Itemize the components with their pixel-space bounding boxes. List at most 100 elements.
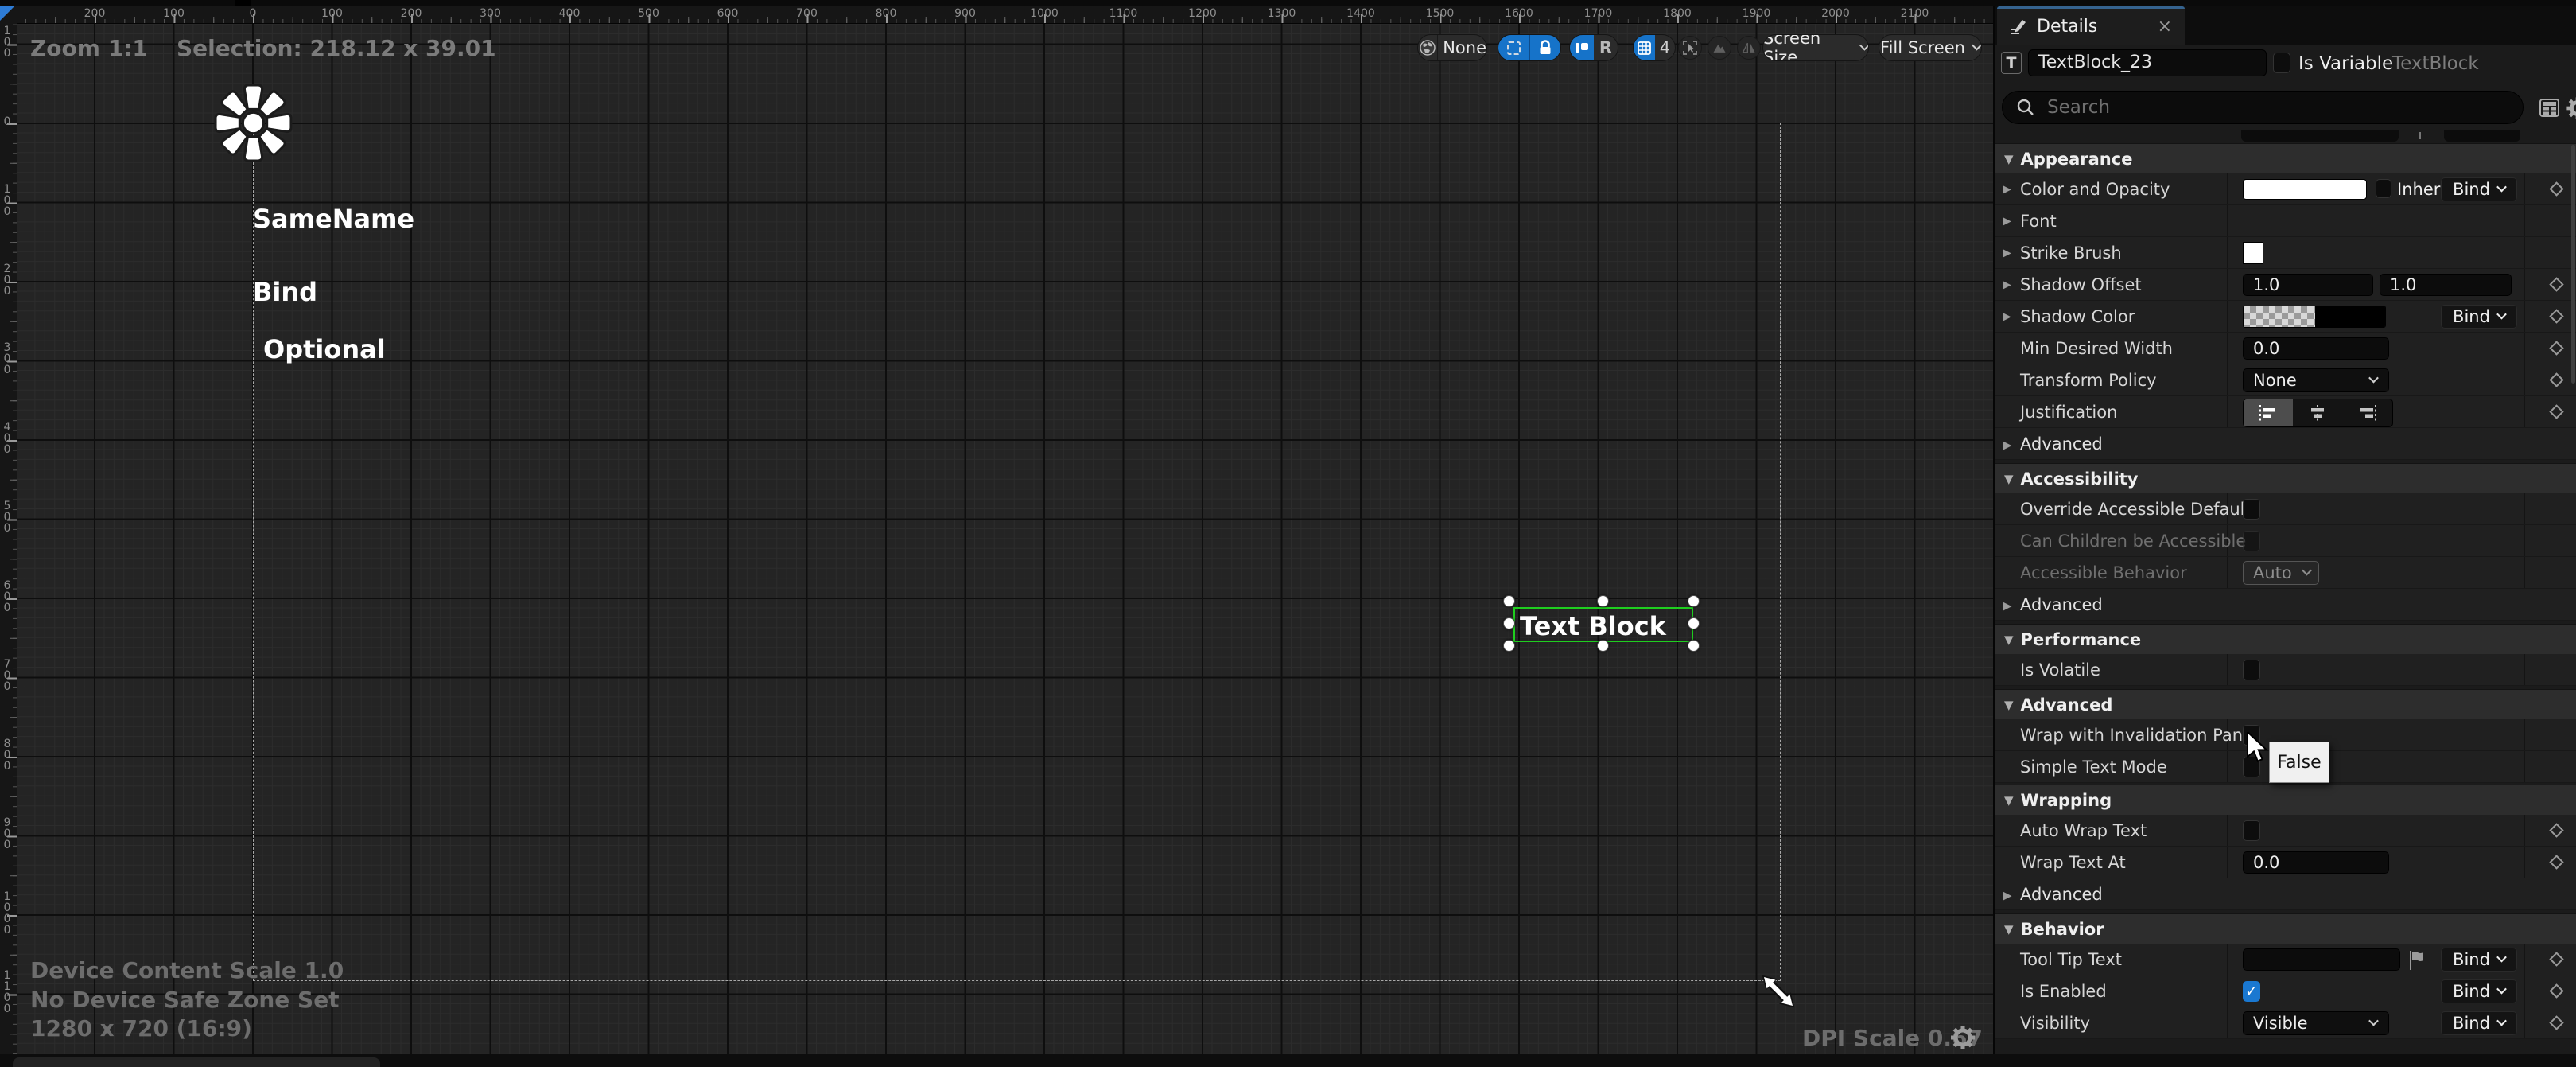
flip-preview-button[interactable]: [1737, 36, 1761, 60]
shadow-offset-y-input[interactable]: 1.0: [2380, 274, 2512, 296]
expander-icon[interactable]: ▶: [2003, 215, 2011, 228]
resize-handle-se[interactable]: [1688, 640, 1700, 652]
resize-handle-nw[interactable]: [1503, 595, 1515, 607]
section-header-performance[interactable]: ▼ Performance: [1995, 624, 2576, 654]
resize-handle-e[interactable]: [1688, 617, 1700, 629]
ruler-label: 600: [717, 7, 739, 20]
is-volatile-checkbox[interactable]: [2243, 660, 2260, 680]
bind-button[interactable]: Bind: [2441, 1011, 2517, 1035]
resize-handle-sw[interactable]: [1503, 640, 1515, 652]
widget-outlines-toggle[interactable]: R: [1569, 34, 1618, 61]
select-widget-mode-button[interactable]: [1678, 36, 1702, 60]
strike-brush-swatch[interactable]: [2243, 242, 2263, 264]
designer-canvas[interactable]: SameName Bind Optional Text Block Zoom 1…: [0, 0, 1993, 1067]
section-header-behavior[interactable]: ▼ Behavior: [1995, 913, 2576, 944]
resize-handle-ne[interactable]: [1688, 595, 1700, 607]
canvas-text-textblock[interactable]: Text Block: [1520, 611, 1666, 641]
tab-details[interactable]: Details ×: [1997, 6, 2185, 45]
visibility-dropdown[interactable]: Visible: [2243, 1011, 2389, 1035]
section-header-advanced[interactable]: ▼ Advanced: [1995, 689, 2576, 719]
reset-diamond-icon[interactable]: [2549, 181, 2563, 196]
reset-diamond-icon[interactable]: [2549, 372, 2563, 387]
expander-icon[interactable]: ▶: [2003, 310, 2011, 323]
reset-diamond-icon[interactable]: [2549, 823, 2563, 837]
justify-left-button[interactable]: [2244, 399, 2293, 426]
reset-diamond-icon[interactable]: [2549, 277, 2563, 291]
wrap-text-at-input[interactable]: 0.0: [2243, 851, 2389, 874]
grid-snap-icon[interactable]: [1634, 35, 1655, 60]
ruler-label: 200: [401, 7, 422, 20]
advanced-label: Advanced: [2020, 885, 2103, 904]
localization-flag-icon[interactable]: [2408, 950, 2426, 971]
resize-handle-s[interactable]: [1597, 640, 1609, 652]
resize-handle-n[interactable]: [1597, 595, 1609, 607]
reset-diamond-icon[interactable]: [2549, 309, 2563, 323]
dpi-settings-gear-icon[interactable]: [1950, 1025, 1976, 1050]
design-area-resize-arrow-icon[interactable]: [1759, 972, 1797, 1011]
override-accessible-defaults-checkbox[interactable]: [2243, 499, 2260, 520]
row-advanced-appearance[interactable]: ▶ Advanced: [1995, 428, 2576, 460]
selected-widget-outline[interactable]: Text Block: [1513, 607, 1693, 642]
bind-button[interactable]: Bind: [2441, 948, 2517, 972]
screen-size-dropdown[interactable]: Screen Size: [1762, 34, 1869, 61]
auto-wrap-text-checkbox[interactable]: [2243, 820, 2260, 841]
reset-diamond-icon[interactable]: [2549, 1015, 2563, 1030]
throbber-widget[interactable]: [213, 83, 293, 163]
surface-selector-button[interactable]: None: [1417, 34, 1487, 61]
advanced-label: Advanced: [2020, 434, 2103, 454]
reset-diamond-icon[interactable]: [2549, 983, 2563, 998]
fill-screen-dropdown[interactable]: Fill Screen: [1879, 34, 1982, 61]
bind-button[interactable]: Bind: [2441, 305, 2517, 329]
color-opacity-swatch[interactable]: [2243, 179, 2367, 200]
is-variable-checkbox[interactable]: [2273, 53, 2290, 73]
widget-outlines-icon[interactable]: [1570, 35, 1594, 60]
ruler-label: 1300: [1268, 7, 1296, 20]
respect-locks-label[interactable]: R: [1594, 35, 1618, 60]
reset-diamond-icon[interactable]: [2549, 404, 2563, 419]
section-title: Appearance: [2021, 150, 2133, 169]
ruler-label: 2000: [1821, 7, 1850, 20]
close-icon[interactable]: ×: [2158, 17, 2172, 37]
bind-button[interactable]: Bind: [2441, 177, 2517, 201]
animations-panel-tab-sliver[interactable]: [13, 1057, 380, 1067]
canvas-text-bind[interactable]: Bind: [253, 277, 317, 307]
shadow-offset-x-input[interactable]: 1.0: [2243, 274, 2373, 296]
ruler-label: 1400: [1346, 7, 1375, 20]
details-scrollbar[interactable]: [2571, 145, 2575, 384]
settings-gear-icon[interactable]: [2566, 96, 2576, 120]
section-header-accessibility[interactable]: ▼ Accessibility: [1995, 463, 2576, 493]
justify-center-button[interactable]: [2293, 399, 2342, 426]
marquee-select-icon[interactable]: [1498, 35, 1530, 60]
lock-icon[interactable]: [1530, 35, 1561, 60]
bind-button[interactable]: Bind: [2441, 979, 2517, 1003]
canvas-text-samename[interactable]: SameName: [253, 204, 414, 234]
resize-handle-w[interactable]: [1503, 617, 1515, 629]
expander-icon[interactable]: ▶: [2003, 278, 2011, 291]
section-header-appearance[interactable]: ▼ Appearance: [1995, 143, 2576, 173]
transform-policy-dropdown[interactable]: None: [2243, 368, 2389, 392]
row-advanced-accessibility[interactable]: ▶ Advanced: [1995, 589, 2576, 621]
shadow-color-swatch[interactable]: [2243, 306, 2386, 328]
row-advanced-wrapping[interactable]: ▶ Advanced: [1995, 878, 2576, 910]
display-filter-icon[interactable]: [2539, 97, 2560, 119]
reset-diamond-icon[interactable]: [2549, 341, 2563, 355]
section-header-wrapping[interactable]: ▼ Wrapping: [1995, 785, 2576, 815]
expander-icon[interactable]: ▶: [2003, 247, 2011, 259]
selection-lock-toggle[interactable]: [1498, 34, 1561, 61]
reset-diamond-icon[interactable]: [2549, 855, 2563, 869]
is-enabled-checkbox[interactable]: ✓: [2243, 981, 2260, 1002]
grid-snap-toggle[interactable]: 4: [1633, 34, 1676, 61]
inherit-checkbox[interactable]: [2376, 179, 2391, 198]
justify-right-button[interactable]: [2343, 399, 2392, 426]
grid-snap-size-label[interactable]: 4: [1655, 35, 1675, 60]
canvas-text-optional[interactable]: Optional: [263, 334, 386, 364]
reset-diamond-icon[interactable]: [2549, 952, 2563, 966]
tool-tip-text-input[interactable]: [2243, 948, 2400, 971]
expander-icon[interactable]: ▶: [2003, 183, 2011, 196]
preview-background-button[interactable]: [1708, 36, 1731, 60]
search-input[interactable]: Search: [2002, 91, 2524, 124]
min-desired-width-input[interactable]: 0.0: [2243, 337, 2389, 360]
ruler-label: 100: [163, 7, 185, 20]
property-label: Can Children be Accessible: [2020, 532, 2246, 551]
widget-name-input[interactable]: TextBlock_23: [2028, 49, 2267, 76]
